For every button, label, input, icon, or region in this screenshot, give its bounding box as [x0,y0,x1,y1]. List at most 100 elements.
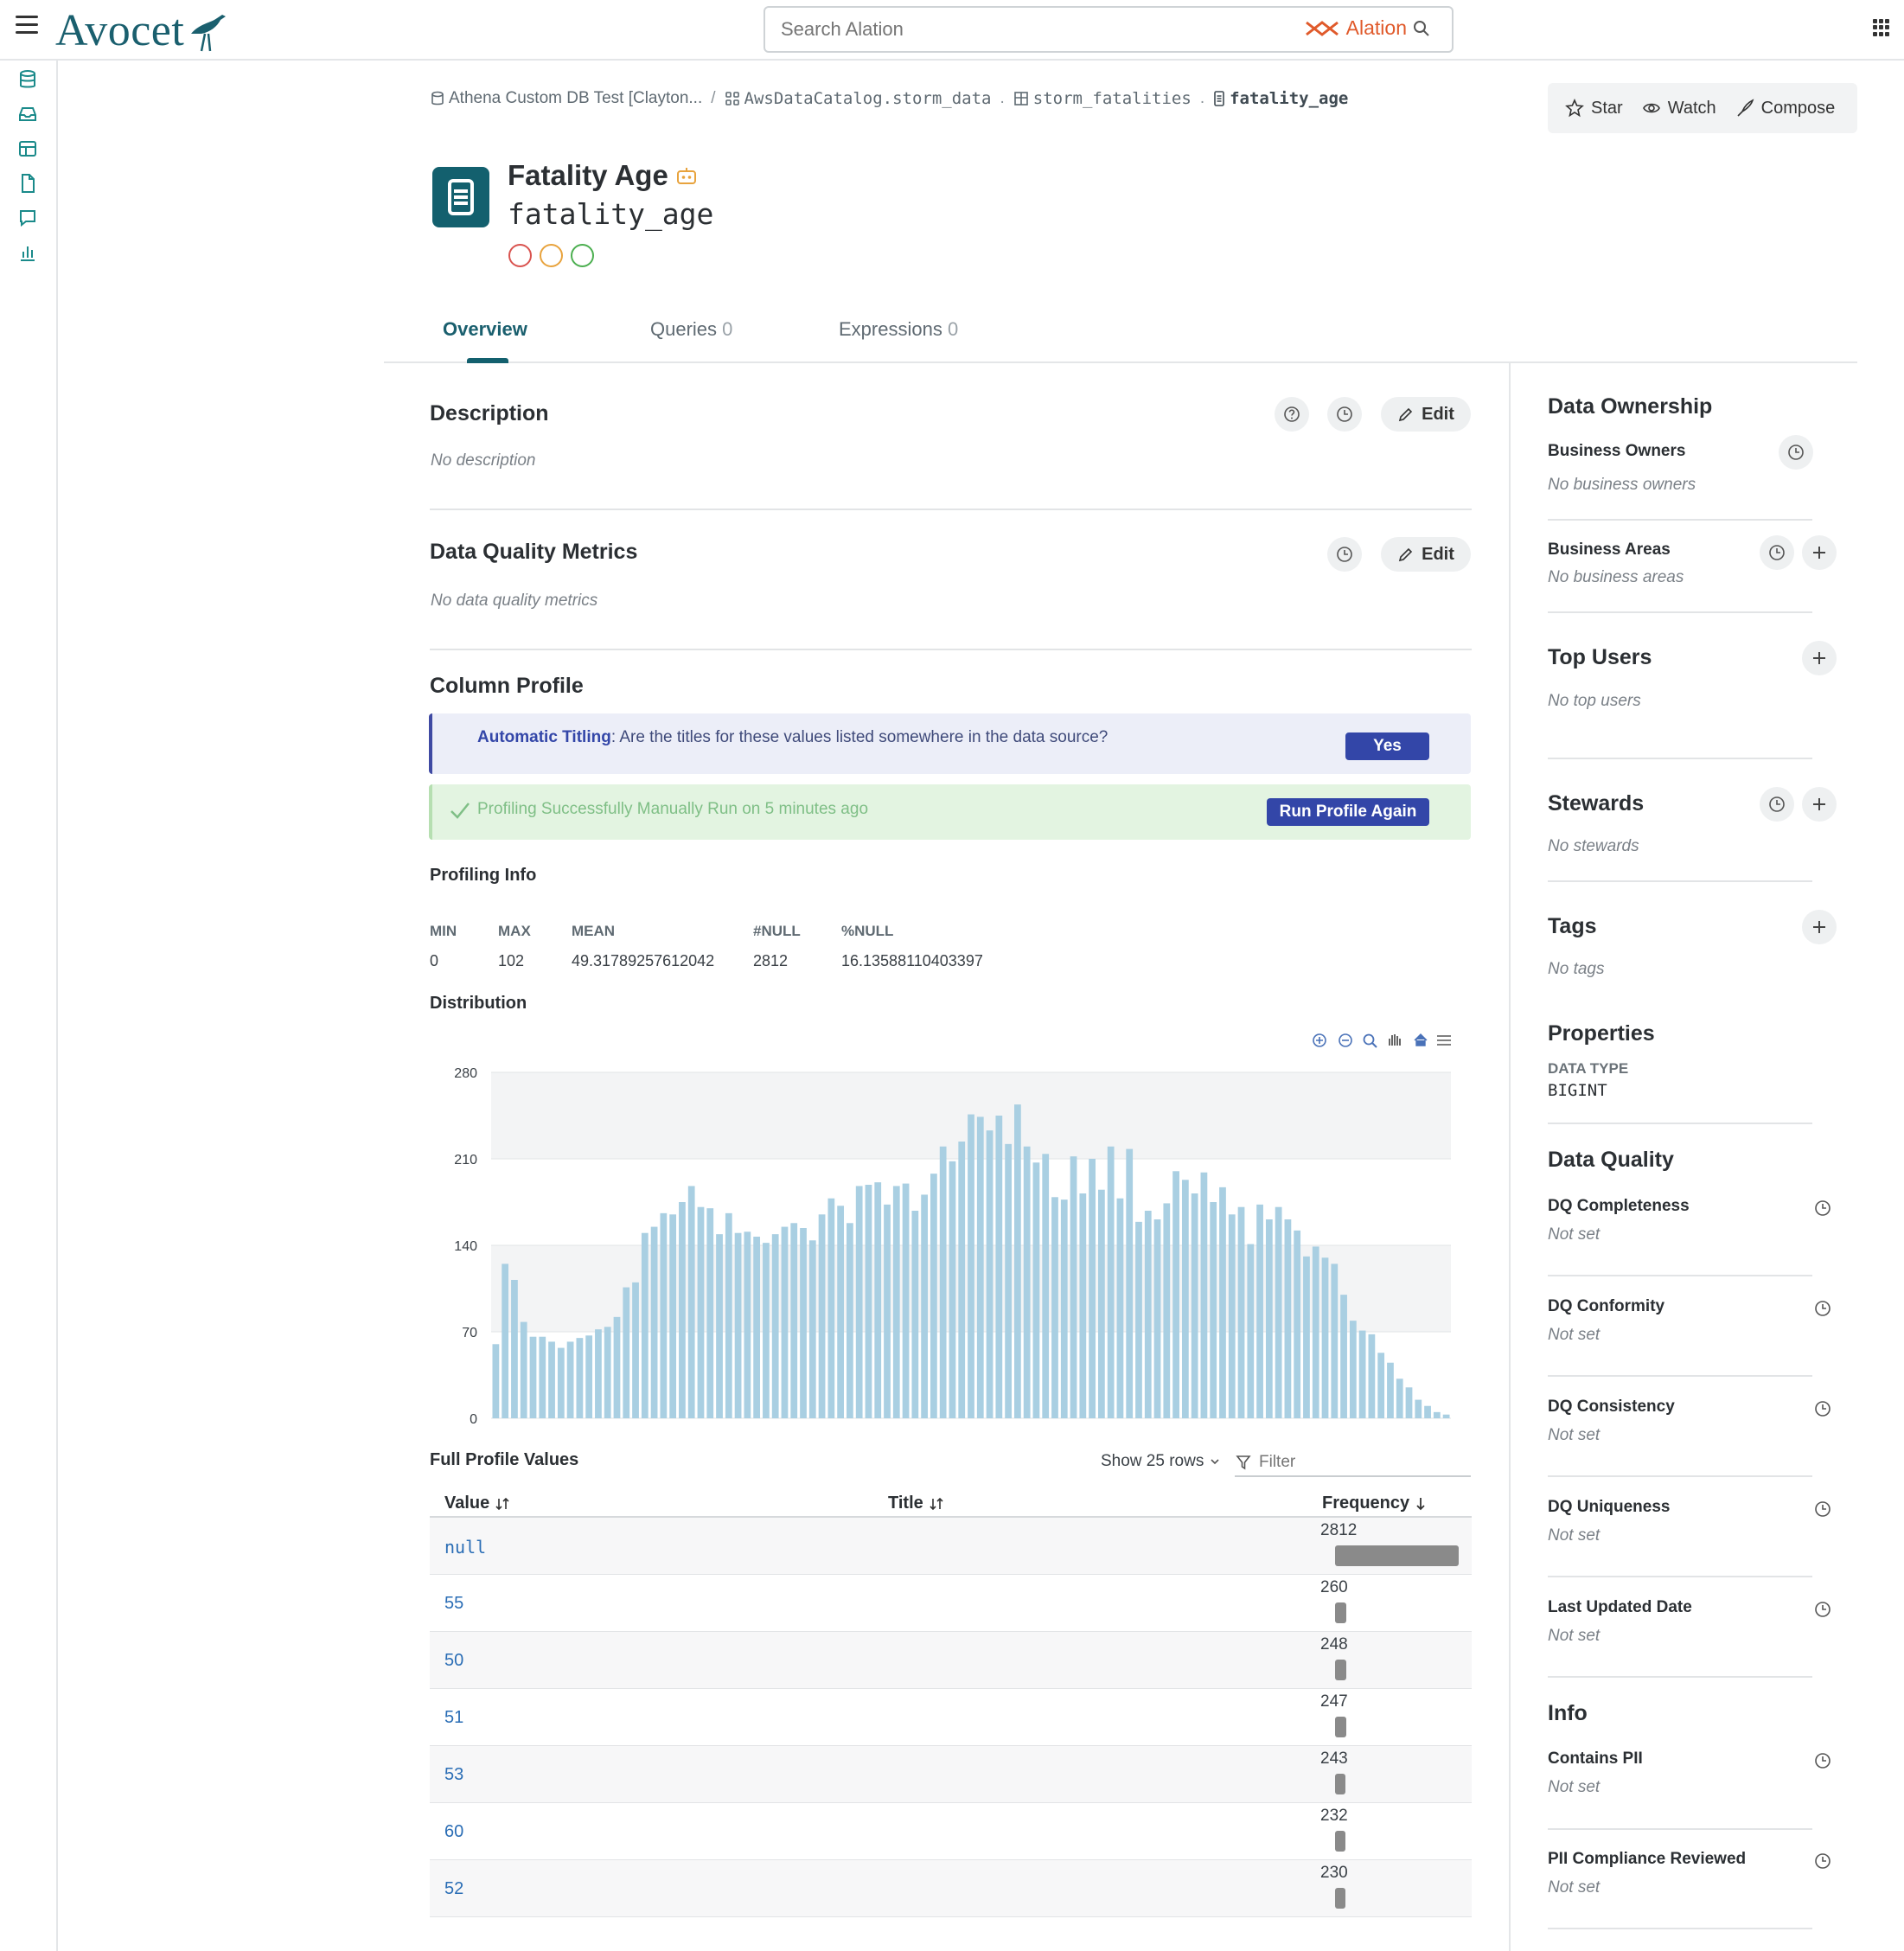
histogram-bar[interactable] [1060,1199,1068,1418]
histogram-bar[interactable] [492,1344,500,1418]
histogram-bar[interactable] [1303,1256,1310,1418]
histogram-bar[interactable] [502,1263,509,1418]
hamburger-menu-icon[interactable] [16,16,38,35]
clock-icon[interactable] [1813,1751,1832,1770]
trust-flag-circle[interactable] [508,244,532,267]
column-header-frequency[interactable]: Frequency [1322,1494,1427,1513]
bar-chart-icon[interactable] [17,242,38,263]
pan-icon[interactable] [1389,1034,1401,1046]
histogram-bar[interactable] [800,1228,807,1418]
histogram-bar[interactable] [968,1114,974,1418]
histogram-bar[interactable] [976,1116,984,1418]
histogram-bar[interactable] [706,1208,714,1418]
tab-overview[interactable]: Overview [443,318,527,341]
histogram-bar[interactable] [1340,1295,1347,1418]
watch-button[interactable]: Watch [1642,99,1716,118]
histogram-bar[interactable] [921,1194,928,1418]
histogram-bar[interactable] [557,1347,565,1418]
histogram-bar[interactable] [1051,1197,1058,1418]
clock-icon[interactable] [1813,1500,1832,1519]
histogram-bar[interactable] [1097,1189,1105,1418]
histogram-bar[interactable] [1424,1405,1431,1418]
clock-icon[interactable] [1813,1399,1832,1418]
histogram-bar[interactable] [585,1335,593,1418]
histogram-bar[interactable] [1181,1180,1189,1418]
histogram-bar[interactable] [1228,1214,1236,1418]
histogram-bar[interactable] [1210,1202,1217,1418]
histogram-bar[interactable] [1321,1257,1329,1418]
histogram-bar[interactable] [520,1321,527,1418]
histogram-bar[interactable] [892,1186,900,1418]
history-button[interactable] [1760,787,1794,822]
histogram-bar[interactable] [1079,1193,1087,1418]
histogram-bar[interactable] [958,1142,966,1418]
histogram-bar[interactable] [1032,1162,1040,1418]
search-box[interactable]: Alation [764,6,1454,53]
histogram-bar[interactable] [697,1206,705,1418]
breadcrumb-item-schema[interactable]: AwsDataCatalog.storm_data [725,89,992,108]
filter-input[interactable] [1259,1453,1458,1472]
histogram-bar[interactable] [1089,1159,1096,1418]
edit-description-button[interactable]: Edit [1381,397,1471,432]
search-input[interactable] [781,18,1265,41]
histogram-bar[interactable] [771,1234,779,1418]
histogram-bar[interactable] [1405,1387,1413,1418]
trust-flag-circle[interactable] [540,244,563,267]
edit-dq-metrics-button[interactable]: Edit [1381,537,1471,572]
row-value[interactable]: 55 [444,1594,463,1614]
histogram-bar[interactable] [837,1206,845,1418]
histogram-bar[interactable] [902,1183,910,1418]
histogram-bar[interactable] [818,1214,826,1418]
document-icon[interactable] [17,173,38,194]
histogram-bar[interactable] [529,1336,537,1418]
histogram-bar[interactable] [986,1130,994,1418]
histogram-bar[interactable] [1126,1148,1134,1418]
row-value[interactable]: 60 [444,1822,463,1842]
histogram-bar[interactable] [1275,1206,1282,1418]
histogram-bar[interactable] [1247,1244,1255,1418]
histogram-bar[interactable] [1070,1156,1077,1418]
selection-zoom-icon[interactable] [1363,1033,1377,1048]
zoom-out-icon[interactable] [1339,1033,1352,1047]
histogram-bar[interactable] [865,1185,872,1418]
histogram-bar[interactable] [1219,1187,1226,1418]
histogram-bar[interactable] [650,1226,658,1418]
histogram-bar[interactable] [790,1223,798,1418]
histogram-bar[interactable] [753,1237,761,1418]
histogram-bar[interactable] [1256,1204,1263,1418]
database-icon[interactable] [17,69,38,90]
histogram-bar[interactable] [604,1327,611,1418]
histogram-bar[interactable] [539,1336,546,1418]
histogram-bar[interactable] [855,1186,863,1418]
histogram-bar[interactable] [687,1186,695,1418]
histogram-bar[interactable] [808,1240,816,1418]
histogram-bar[interactable] [660,1212,668,1418]
histogram-bar[interactable] [847,1223,853,1418]
histogram-bar[interactable] [623,1287,630,1418]
inbox-icon[interactable] [17,104,38,125]
clock-icon[interactable] [1813,1199,1832,1218]
histogram-bar[interactable] [566,1341,574,1418]
row-value[interactable]: 50 [444,1651,463,1671]
chart-menu-icon[interactable] [1437,1035,1451,1046]
clock-icon[interactable] [1813,1299,1832,1318]
add-business-area-button[interactable] [1802,535,1837,570]
show-rows-dropdown[interactable]: Show 25 rows [1101,1452,1221,1471]
histogram-bar[interactable] [1312,1246,1319,1418]
histogram-bar[interactable] [632,1282,639,1418]
histogram-bar[interactable] [763,1243,770,1418]
breadcrumb-item-table[interactable]: storm_fatalities [1013,89,1192,108]
run-profile-again-button[interactable]: Run Profile Again [1267,798,1429,826]
histogram-bar[interactable] [911,1211,919,1418]
histogram-bar[interactable] [1237,1206,1245,1418]
histogram-bar[interactable] [1294,1230,1301,1418]
histogram-bar[interactable] [1153,1219,1161,1418]
histogram-bar[interactable] [1377,1353,1385,1418]
row-value[interactable]: null [444,1537,486,1558]
clock-icon[interactable] [1813,1600,1832,1619]
histogram-bar[interactable] [679,1202,686,1418]
histogram-bar[interactable] [1172,1171,1179,1418]
breadcrumb-item-datasource[interactable]: Athena Custom DB Test [Clayton... [431,89,702,108]
history-button[interactable] [1327,397,1362,432]
add-tag-button[interactable] [1802,910,1837,944]
